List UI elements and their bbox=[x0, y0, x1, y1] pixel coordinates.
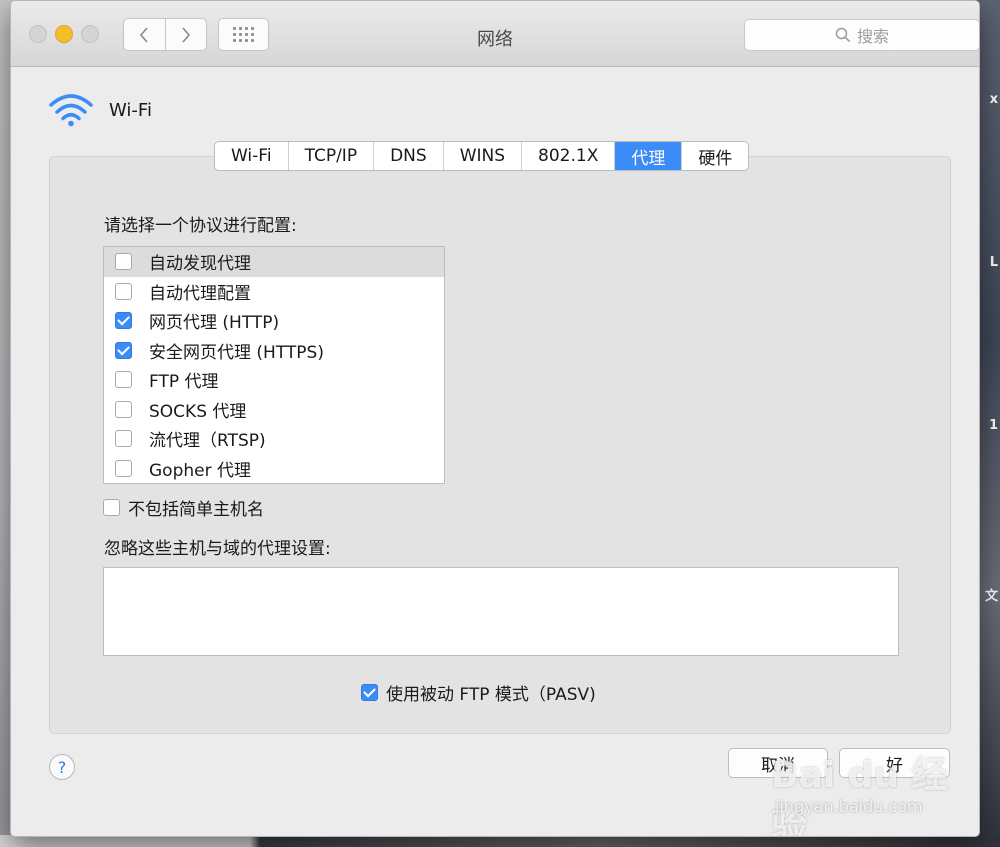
protocol-label: SOCKS 代理 bbox=[149, 401, 247, 422]
protocol-checkbox[interactable] bbox=[115, 371, 132, 389]
search-field[interactable]: 搜索 bbox=[744, 19, 979, 51]
search-placeholder: 搜索 bbox=[856, 27, 889, 46]
protocol-checkbox[interactable] bbox=[115, 253, 132, 271]
protocol-checkbox[interactable] bbox=[115, 430, 132, 448]
network-preferences-window: 网络 搜索 Wi-Fi Wi-Fi TCP/IP DNS WINS 802.1X… bbox=[10, 0, 980, 837]
wifi-icon bbox=[49, 94, 93, 127]
tab-hardware[interactable]: 硬件 bbox=[681, 142, 748, 170]
passive-ftp-checkbox[interactable] bbox=[361, 684, 378, 701]
exclude-simple-hostnames-row: 不包括简单主机名 bbox=[103, 495, 264, 520]
protocol-row-auto-discovery[interactable]: 自动发现代理 bbox=[104, 247, 444, 277]
background-glyph: 1 bbox=[988, 418, 998, 433]
protocol-checkbox[interactable] bbox=[115, 312, 132, 330]
protocol-checkbox[interactable] bbox=[115, 400, 132, 418]
protocol-label: 自动发现代理 bbox=[149, 254, 251, 275]
search-icon bbox=[835, 27, 851, 43]
desktop-right-edge: x L 1 文 bbox=[978, 0, 1000, 847]
background-glyph: x bbox=[989, 92, 998, 107]
protocol-label: 流代理（RTSP) bbox=[149, 431, 266, 452]
protocol-row-auto-config[interactable]: 自动代理配置 bbox=[104, 277, 444, 307]
tab-proxy[interactable]: 代理 bbox=[614, 142, 682, 170]
titlebar: 网络 搜索 bbox=[11, 1, 979, 67]
protocol-prompt: 请选择一个协议进行配置: bbox=[104, 216, 297, 236]
tab-dns[interactable]: DNS bbox=[373, 142, 443, 170]
bypass-hosts-label: 忽略这些主机与域的代理设置: bbox=[104, 539, 331, 559]
ok-button[interactable]: 好 bbox=[839, 748, 950, 778]
protocol-checkbox[interactable] bbox=[115, 459, 132, 477]
protocol-row-ftp[interactable]: FTP 代理 bbox=[104, 365, 444, 395]
settings-tabs: Wi-Fi TCP/IP DNS WINS 802.1X 代理 硬件 bbox=[214, 141, 750, 171]
passive-ftp-label: 使用被动 FTP 模式（PASV) bbox=[386, 685, 596, 705]
tab-wins[interactable]: WINS bbox=[442, 142, 521, 170]
exclude-simple-hostnames-checkbox[interactable] bbox=[103, 499, 120, 516]
bypass-hosts-textarea[interactable] bbox=[103, 567, 899, 656]
protocol-checkbox[interactable] bbox=[115, 282, 132, 300]
exclude-simple-hostnames-label: 不包括简单主机名 bbox=[128, 500, 264, 520]
cancel-button[interactable]: 取消 bbox=[728, 748, 828, 778]
protocol-row-https[interactable]: 安全网页代理 (HTTPS) bbox=[104, 336, 444, 366]
protocol-label: FTP 代理 bbox=[149, 372, 219, 393]
protocol-row-gopher[interactable]: Gopher 代理 bbox=[104, 454, 444, 484]
interface-name: Wi-Fi bbox=[109, 99, 152, 121]
tab-8021x[interactable]: 802.1X bbox=[521, 142, 614, 170]
tab-tcpip[interactable]: TCP/IP bbox=[287, 142, 374, 170]
help-button[interactable]: ? bbox=[49, 754, 75, 780]
background-glyph: L bbox=[989, 255, 998, 270]
protocol-row-rtsp[interactable]: 流代理（RTSP) bbox=[104, 424, 444, 454]
protocol-list: 自动发现代理 自动代理配置 网页代理 (HTTP) 安全网页代理 (HTTPS)… bbox=[103, 246, 445, 484]
background-glyph: 文 bbox=[984, 589, 998, 604]
watermark-url: jingyan.baidu.com bbox=[775, 797, 923, 816]
protocol-label: 自动代理配置 bbox=[149, 283, 251, 304]
protocol-label: 网页代理 (HTTP) bbox=[149, 313, 280, 334]
protocol-row-http[interactable]: 网页代理 (HTTP) bbox=[104, 306, 444, 336]
passive-ftp-row: 使用被动 FTP 模式（PASV) bbox=[361, 680, 596, 705]
protocol-row-socks[interactable]: SOCKS 代理 bbox=[104, 395, 444, 425]
protocol-label: 安全网页代理 (HTTPS) bbox=[149, 342, 324, 363]
interface-header: Wi-Fi bbox=[47, 93, 152, 127]
protocol-checkbox[interactable] bbox=[115, 341, 132, 359]
tab-wifi[interactable]: Wi-Fi bbox=[215, 142, 288, 170]
protocol-label: Gopher 代理 bbox=[149, 460, 251, 481]
